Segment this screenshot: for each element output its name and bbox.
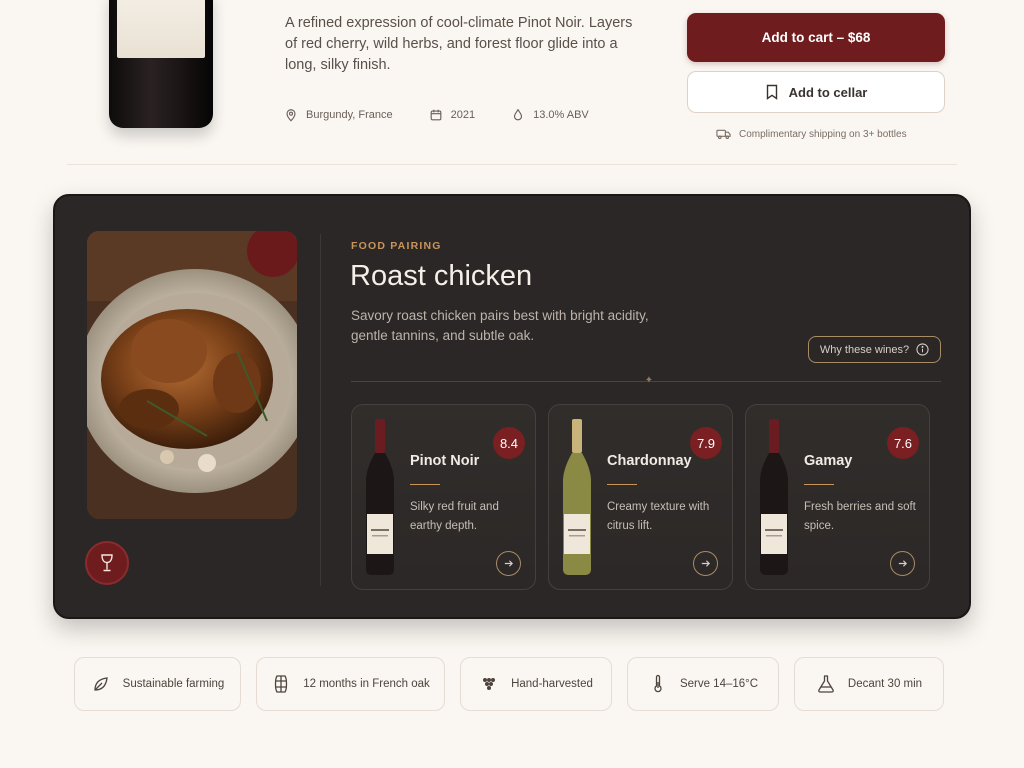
wine-rule [410,484,440,485]
feature-label: Decant 30 min [847,678,923,690]
grapes-icon [483,678,496,690]
calendar-icon [430,109,442,121]
meta-vintage-text: 2021 [450,109,476,121]
food-pairing-card: FOOD PAIRING Roast chicken Savory roast … [53,194,971,619]
wine-description: Creamy texture with citrus lift. [607,501,710,532]
meta-region-text: Burgundy, France [306,109,393,121]
wine-glass-button[interactable] [85,541,129,585]
wine-glass-icon [101,554,113,572]
feature-label: 12 months in French oak [303,678,430,690]
wine-card-pinot-noir[interactable]: 8.4 Pinot Noir Silky red fruit and earth… [351,404,536,590]
wine-description: Silky red fruit and earthy depth. [410,501,499,532]
location-pin-icon [286,109,296,122]
wine-score-badge: 7.6 [887,427,919,459]
meta-vintage: 2021 [429,108,475,122]
feature-label: Hand-harvested [511,678,593,690]
feature-chip-serve-temp: Serve 14–16°C [627,657,779,711]
arrow-right-icon [701,560,711,567]
section-divider [67,164,957,165]
ornament-diamond-icon: ✦ [644,375,654,386]
white-wine-bottle-icon [563,419,591,575]
feature-chip-harvest: Hand-harvested [460,657,612,711]
bookmark-icon [766,84,777,100]
why-these-wines-button[interactable]: Why these wines? [808,336,941,363]
add-to-cellar-button[interactable]: Add to cellar [687,71,945,113]
wine-card-gamay[interactable]: 7.6 Gamay Fresh berries and soft spice. [745,404,930,590]
meta-abv: 13.0% ABV [511,108,589,122]
info-icon [916,343,929,356]
red-wine-bottle-icon [760,419,788,575]
meta-abv-text: 13.0% ABV [533,109,589,121]
truck-icon [716,129,731,140]
roast-chicken-illustration [87,231,297,519]
arrow-right-icon [898,560,908,567]
wine-name: Gamay [804,453,853,469]
pairing-title: Roast chicken [350,260,533,292]
wine-arrow-button[interactable] [693,551,718,576]
wine-name: Chardonnay [607,453,692,469]
add-to-cart-button[interactable]: Add to cart – $68 [687,13,945,62]
wine-rule [607,484,637,485]
barrel-icon [275,675,288,693]
droplet-icon [514,108,523,121]
decanter-icon [818,675,834,693]
thermometer-icon [654,674,662,693]
add-to-cellar-label: Add to cellar [788,84,868,100]
feature-chip-oak: 12 months in French oak [256,657,445,711]
wine-score-badge: 8.4 [493,427,525,459]
wine-score-badge: 7.9 [690,427,722,459]
roast-chicken-photo [87,231,297,519]
feature-chip-sustainable: Sustainable farming [74,657,241,711]
shipping-note: Complimentary shipping on 3+ bottles [716,128,907,140]
product-meta: Burgundy, France 2021 13.0% ABV [284,108,625,122]
wine-name: Pinot Noir [410,453,480,469]
wine-description: Fresh berries and soft spice. [804,501,916,532]
feature-chip-decant: Decant 30 min [794,657,944,711]
bottle-label [117,0,205,58]
why-these-wines-label: Why these wines? [819,343,910,356]
wine-arrow-button[interactable] [890,551,915,576]
leaf-icon [94,677,108,691]
meta-region: Burgundy, France [284,108,393,122]
feature-label: Sustainable farming [122,678,225,690]
shipping-note-text: Complimentary shipping on 3+ bottles [739,128,907,140]
wine-arrow-button[interactable] [496,551,521,576]
vertical-divider [320,234,321,586]
wine-rule [804,484,834,485]
wine-card-chardonnay[interactable]: 7.9 Chardonnay Creamy texture with citru… [548,404,733,590]
feature-label: Serve 14–16°C [679,678,759,690]
product-bottle-image [109,0,213,128]
pairing-description: Savory roast chicken pairs best with bri… [351,308,649,343]
product-description: A refined expression of cool-climate Pin… [285,15,633,73]
pairing-eyebrow: FOOD PAIRING [351,240,442,252]
red-wine-bottle-icon [366,419,394,575]
arrow-right-icon [504,560,514,567]
